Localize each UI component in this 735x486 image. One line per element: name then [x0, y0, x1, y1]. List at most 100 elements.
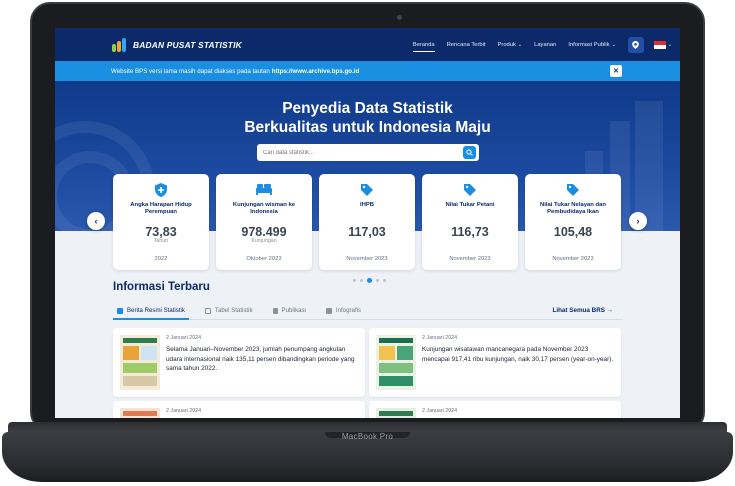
- nav-beranda[interactable]: Beranda: [412, 41, 435, 52]
- tab-tabel-statistik[interactable]: Tabel Statistik: [201, 304, 257, 319]
- shield-plus-icon: [113, 183, 209, 197]
- nav-beranda-label: Beranda: [412, 41, 435, 48]
- chevron-down-icon: ⌄: [611, 41, 616, 48]
- news-card[interactable]: 2 Januari 2024 Kunjungan wisatawan manca…: [369, 328, 621, 397]
- search-button[interactable]: [463, 146, 476, 159]
- news-date: 2 Januari 2024: [166, 408, 202, 414]
- news-thumbnail: [120, 335, 160, 390]
- indicator-cards: Angka Harapan Hidup Perempuan 73,83 Tahu…: [113, 174, 623, 270]
- news-card[interactable]: 2 Januari 2024 Selama Januari–November 2…: [113, 328, 365, 397]
- chevron-down-icon: ⌄: [667, 41, 672, 48]
- nav-informasi-publik[interactable]: Informasi Publik ⌄: [568, 42, 615, 48]
- nav-produk[interactable]: Produk ⌄: [498, 42, 523, 48]
- tab-label: Tabel Statistik: [214, 307, 253, 314]
- indicator-card[interactable]: Kunjungan wisman ke Indonesia 978.499 Ku…: [216, 174, 312, 270]
- news-headline: Kunjungan wisatawan mancanegara pada Nov…: [422, 346, 614, 363]
- indicator-period: November 2023: [346, 256, 388, 262]
- news-date: 2 Januari 2024: [422, 408, 458, 414]
- carousel-next-button[interactable]: ›: [629, 212, 647, 230]
- news-card[interactable]: 2 Januari 2024: [369, 401, 621, 418]
- indicator-card[interactable]: IHPB 117,03 November 2023: [319, 174, 415, 270]
- indonesia-flag-icon: [653, 40, 666, 49]
- tab-label: Publikasi: [281, 307, 306, 314]
- newspaper-icon: [117, 307, 123, 314]
- top-navbar: BADAN PUSAT STATISTIK Beranda Rencana Te…: [55, 28, 680, 61]
- search-box: [257, 144, 479, 161]
- hero-title-line1: Penyedia Data Statistik: [282, 100, 453, 117]
- indicator-value: 978.499: [241, 225, 287, 239]
- archive-link[interactable]: https://www.archive.bps.go.id: [272, 68, 359, 75]
- tab-berita-resmi-statistik[interactable]: Berita Resmi Statistik: [113, 304, 189, 320]
- indicator-value: 116,73: [451, 225, 489, 239]
- indicator-card[interactable]: Nilai Tukar Nelayan dan Pembudidaya Ikan…: [525, 174, 621, 270]
- nav-produk-label: Produk: [497, 41, 516, 48]
- price-tag-icon: [525, 183, 621, 197]
- indicator-period: Oktober 2023: [246, 256, 282, 262]
- tab-infografis[interactable]: Infografis: [322, 304, 365, 319]
- news-thumbnail: [120, 408, 160, 418]
- nav-rencana-terbit[interactable]: Rencana Terbit: [447, 42, 486, 48]
- location-button[interactable]: [627, 36, 644, 53]
- nav-informasi-publik-label: Informasi Publik: [568, 41, 610, 48]
- nav-layanan[interactable]: Layanan: [534, 42, 556, 48]
- hero-title-line2: Berkualitas untuk Indonesia Maju: [244, 119, 491, 136]
- search-input[interactable]: [263, 149, 453, 156]
- price-tag-icon: [319, 183, 415, 197]
- indicator-value: 73,83: [145, 225, 177, 239]
- indicator-value: 117,03: [348, 225, 386, 239]
- map-pin-icon: [632, 40, 640, 49]
- indicator-period: November 2023: [552, 256, 594, 262]
- indicator-unit: Kunjungan: [251, 238, 277, 244]
- indicator-label: Angka Harapan Hidup Perempuan: [130, 202, 192, 215]
- device-label: MacBook Pro: [341, 432, 394, 441]
- browser-screen: BADAN PUSAT STATISTIK Beranda Rencana Te…: [55, 28, 680, 418]
- news-headline: Selama Januari–November 2023, jumlah pen…: [166, 346, 355, 372]
- search-icon: [466, 149, 473, 156]
- carousel-prev-button[interactable]: ‹: [87, 212, 105, 230]
- news-card[interactable]: 2 Januari 2024: [113, 401, 365, 418]
- archive-banner: Website BPS versi lama masih dapat diaks…: [55, 61, 680, 81]
- bed-icon: [216, 183, 312, 197]
- carousel-dot[interactable]: [376, 279, 379, 282]
- indicator-card[interactable]: Angka Harapan Hidup Perempuan 73,83 Tahu…: [113, 174, 209, 270]
- tab-publikasi[interactable]: Publikasi: [269, 304, 310, 319]
- language-selector[interactable]: ⌄: [644, 40, 672, 49]
- carousel-dots: [351, 278, 388, 283]
- news-thumbnail: [376, 408, 416, 418]
- indicator-period: 2022: [154, 256, 168, 262]
- bps-logo[interactable]: BADAN PUSAT STATISTIK: [112, 37, 242, 52]
- section-title: Informasi Terbaru: [113, 281, 210, 293]
- image-icon: [325, 307, 332, 314]
- carousel-dot-active[interactable]: [367, 278, 372, 283]
- indicator-card[interactable]: Nilai Tukar Petani 116,73 November 2023: [422, 174, 518, 270]
- nav-menu: Beranda Rencana Terbit Produk ⌄ Layanan I…: [401, 36, 672, 53]
- banner-text: Website BPS versi lama masih dapat diaks…: [111, 67, 270, 75]
- indicator-label: IHPB: [359, 202, 375, 208]
- news-thumbnail: [376, 335, 416, 390]
- bps-logo-icon: [112, 37, 128, 52]
- close-icon[interactable]: ✕: [610, 65, 622, 77]
- carousel-dot[interactable]: [383, 279, 386, 282]
- indicator-label: Kunjungan wisman ke Indonesia: [232, 202, 296, 215]
- news-date: 2 Januari 2024: [422, 335, 458, 341]
- document-icon: [272, 307, 278, 314]
- see-all-link[interactable]: Lihat Semua BRS →: [552, 307, 613, 314]
- brand-name: BADAN PUSAT STATISTIK: [133, 39, 242, 50]
- chevron-down-icon: ⌄: [517, 41, 523, 48]
- tab-label: Berita Resmi Statistik: [127, 307, 185, 314]
- chevron-left-icon: ‹: [94, 216, 98, 226]
- carousel-dot[interactable]: [353, 279, 356, 282]
- indicator-value: 105,48: [553, 225, 593, 239]
- table-icon: [204, 307, 211, 314]
- info-tabs: Berita Resmi Statistik Tabel Statistik P…: [113, 304, 623, 320]
- indicator-label: Nilai Tukar Petani: [445, 202, 495, 208]
- indicator-label: Nilai Tukar Nelayan dan Pembudidaya Ikan: [539, 202, 607, 215]
- carousel-dot[interactable]: [360, 279, 363, 282]
- nav-layanan-label: Layanan: [534, 41, 557, 48]
- camera-icon: [397, 15, 402, 20]
- indicator-unit: Tahun: [153, 238, 169, 244]
- chevron-right-icon: ›: [636, 216, 640, 226]
- tab-label: Infografis: [335, 307, 361, 314]
- news-date: 2 Januari 2024: [166, 335, 202, 341]
- indicator-period: November 2023: [449, 256, 491, 262]
